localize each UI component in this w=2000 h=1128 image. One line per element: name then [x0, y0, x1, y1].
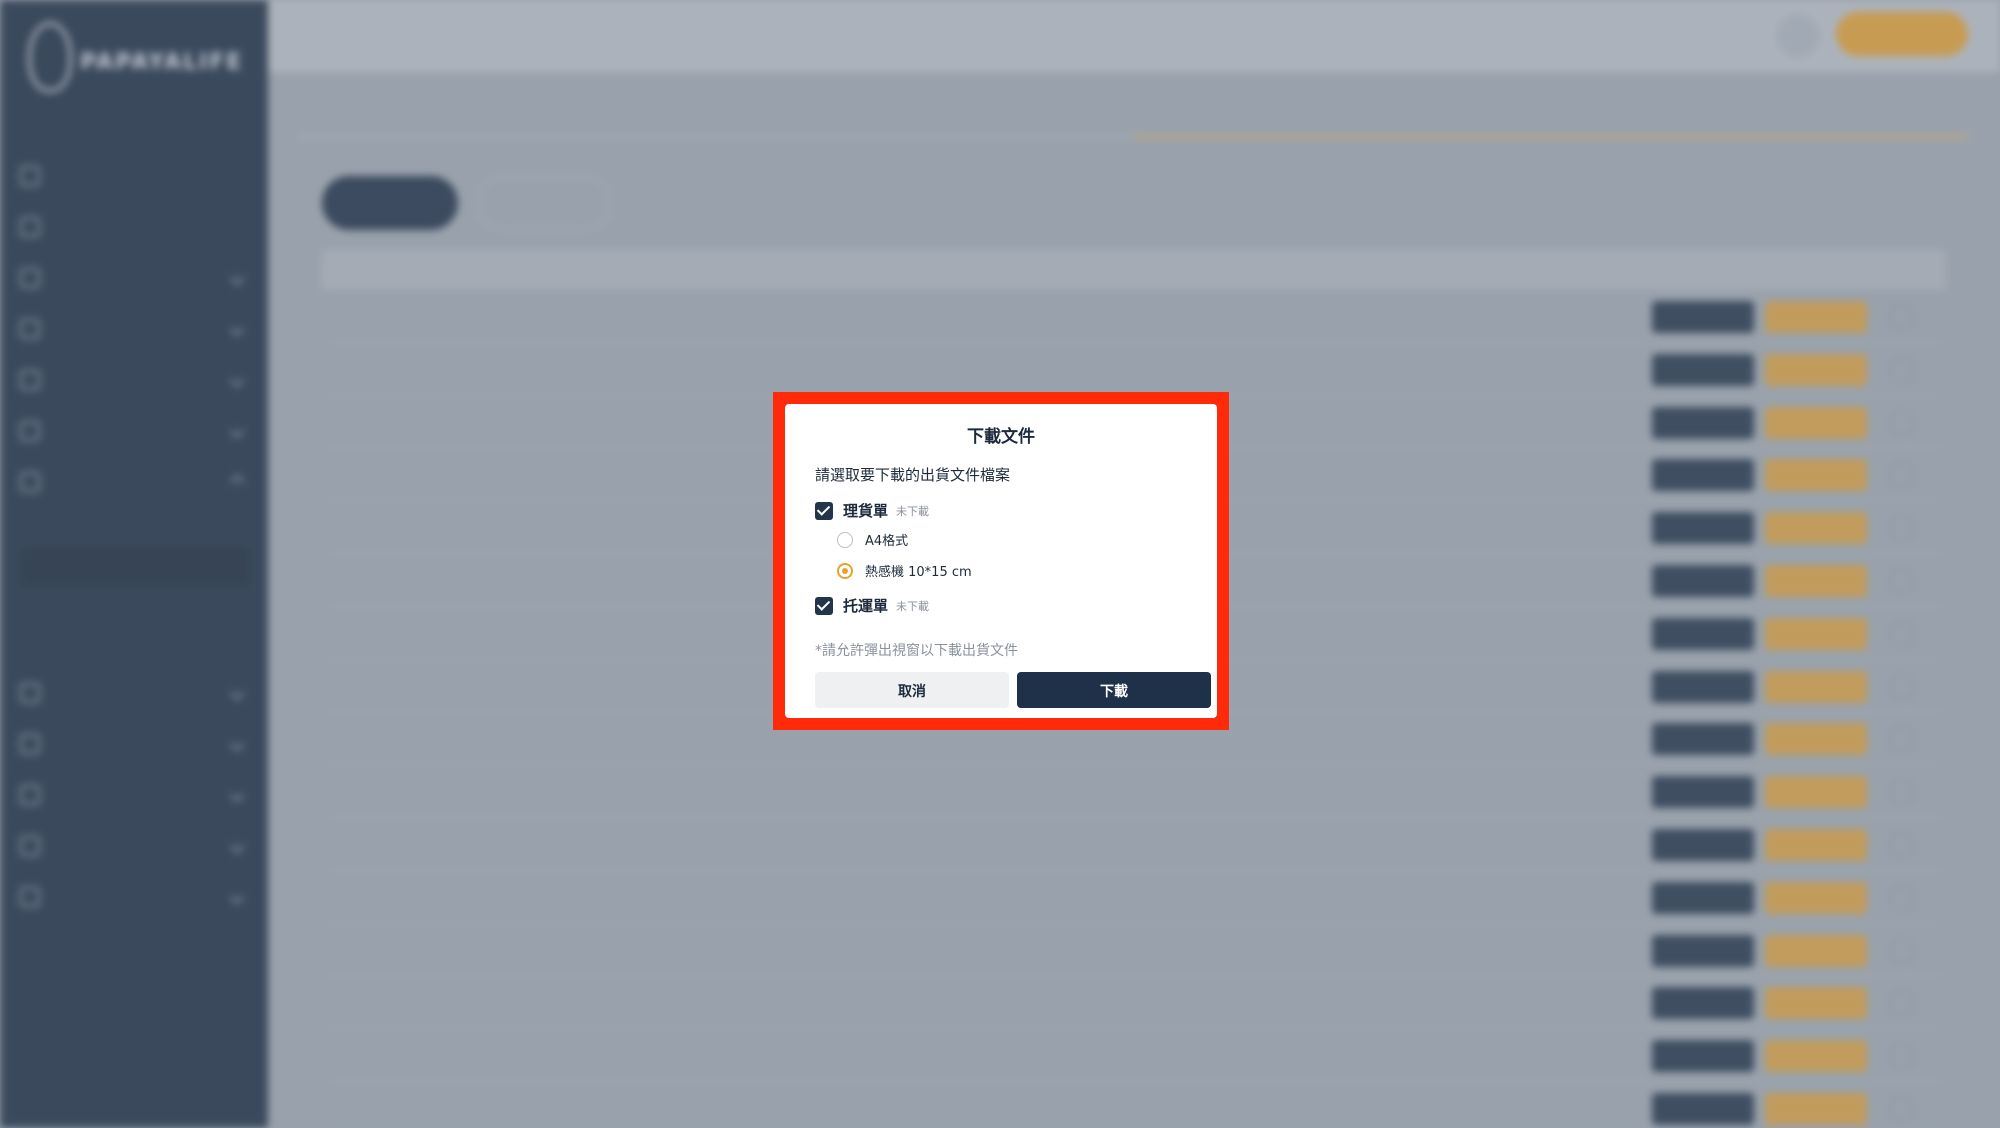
radio-label: A4格式	[865, 534, 909, 549]
option-picking-list[interactable]: 理貨單 未下載	[815, 500, 929, 521]
option-status: 未下載	[896, 504, 930, 518]
radio-label: 熱感機 10*15 cm	[865, 565, 972, 580]
radio-selected[interactable]	[837, 562, 853, 579]
checkbox-checked[interactable]	[815, 596, 833, 615]
option-shipping-label[interactable]: 托運單 未下載	[815, 595, 929, 616]
popup-hint: *請允許彈出視窗以下載出貨文件	[815, 643, 1018, 659]
checkbox-checked[interactable]	[815, 501, 833, 520]
format-thermal-option[interactable]: 熱感機 10*15 cm	[837, 561, 972, 580]
option-label: 理貨單	[843, 502, 889, 520]
dialog-prompt: 請選取要下載的出貨文件檔案	[815, 466, 1011, 484]
dialog-title: 下載文件	[967, 427, 1035, 447]
cancel-button[interactable]: 取消	[815, 672, 1009, 708]
radio-unselected[interactable]	[837, 531, 853, 548]
option-status: 未下載	[896, 599, 930, 613]
download-dialog: 下載文件 請選取要下載的出貨文件檔案 理貨單 未下載 A4格式 熱感機 10*1…	[785, 404, 1217, 718]
format-a4-option[interactable]: A4格式	[837, 530, 908, 549]
option-label: 托運單	[843, 597, 889, 615]
download-button[interactable]: 下載	[1017, 672, 1211, 708]
highlight-frame: 下載文件 請選取要下載的出貨文件檔案 理貨單 未下載 A4格式 熱感機 10*1…	[773, 392, 1229, 730]
